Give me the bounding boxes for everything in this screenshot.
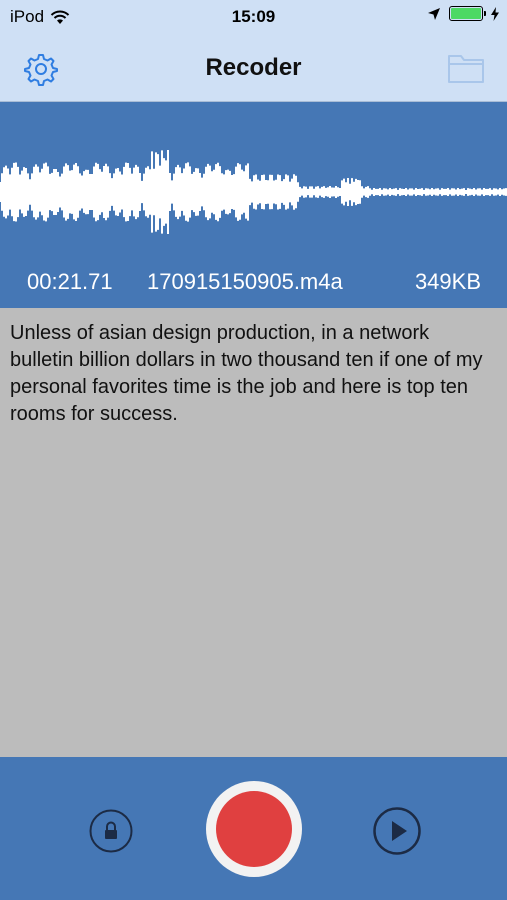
play-icon [373, 807, 421, 855]
audio-waveform [0, 150, 507, 234]
waveform-panel: 00:21.71 170915150905.m4a 349KB [0, 102, 507, 308]
recording-duration: 00:21.71 [27, 269, 113, 294]
location-arrow-icon [428, 7, 440, 20]
play-button[interactable] [373, 807, 421, 855]
record-button[interactable] [206, 781, 302, 877]
nav-bar: Recoder [0, 35, 507, 102]
record-icon [216, 791, 292, 867]
status-bar: iPod 15:09 [0, 0, 507, 35]
battery-fill [451, 8, 481, 19]
page-title: Recoder [205, 54, 302, 81]
charging-bolt-icon [491, 6, 499, 21]
battery-icon [449, 6, 486, 21]
recording-size: 349KB [414, 269, 481, 294]
bottom-toolbar [0, 757, 507, 900]
folder-icon [448, 55, 484, 83]
folder-button[interactable] [447, 51, 485, 85]
status-right [427, 6, 499, 21]
lock-button[interactable] [89, 809, 133, 853]
transcript-text[interactable]: Unless of asian design production, in a … [0, 308, 507, 757]
lock-icon [89, 809, 133, 853]
recording-filename: 170915150905.m4a [147, 269, 343, 294]
recording-info: 00:21.71 170915150905.m4a 349KB [0, 269, 507, 299]
